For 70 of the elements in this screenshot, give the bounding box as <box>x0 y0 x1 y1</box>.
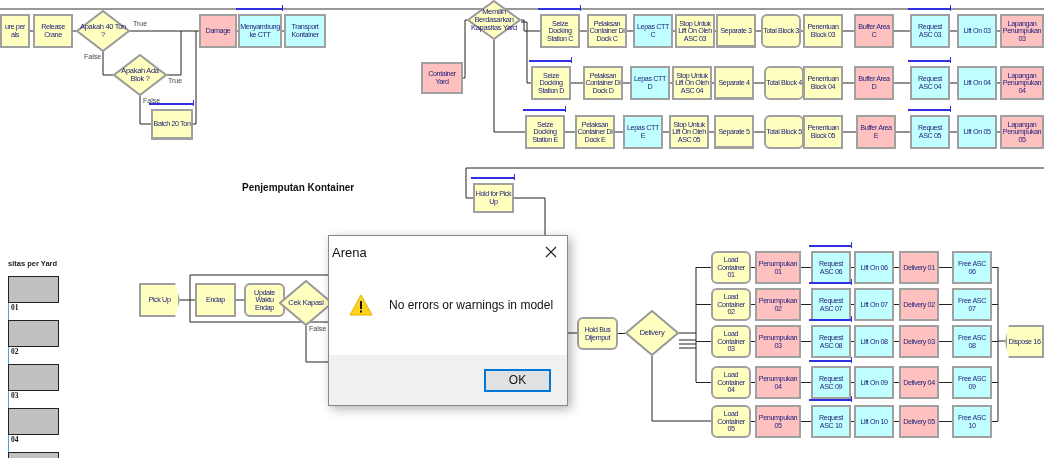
connector-line <box>996 30 1001 32</box>
connector-line <box>617 333 626 334</box>
connector-line <box>800 382 812 383</box>
connector-line <box>949 82 958 84</box>
connector-line <box>850 421 855 422</box>
connector-line <box>708 131 715 133</box>
dialog-message: No errors or warnings in model <box>389 297 554 312</box>
capacity-gauge <box>8 408 59 435</box>
connector-line <box>750 421 756 422</box>
connector-line <box>938 341 953 342</box>
connector-line <box>938 421 953 422</box>
connector-line <box>842 30 855 32</box>
connector-line <box>755 30 762 32</box>
capacity-gauge <box>8 320 59 347</box>
capacity-gauge <box>8 364 59 391</box>
connector-line <box>800 341 812 342</box>
connector-line <box>938 382 953 383</box>
connector-line <box>938 304 953 305</box>
connector-line <box>305 325 329 363</box>
connector-line <box>626 30 634 32</box>
connector-line <box>949 30 958 32</box>
section-title: Penjemputan Kontainer <box>242 182 355 193</box>
connector-line <box>800 30 804 32</box>
connector-line <box>893 82 911 84</box>
connector-line <box>579 30 588 32</box>
connector-line <box>895 131 911 133</box>
connector-line <box>893 30 911 32</box>
connector-line <box>996 131 1001 133</box>
connector-line <box>72 30 77 32</box>
connector-line <box>462 19 468 79</box>
connector-line <box>567 332 578 334</box>
connector-line <box>850 267 855 268</box>
connector-line <box>850 341 855 342</box>
connector-line <box>753 131 765 133</box>
connector-line <box>750 382 756 383</box>
connector-line <box>711 82 715 84</box>
connector-line <box>29 30 34 32</box>
close-icon[interactable] <box>545 246 557 258</box>
connector-line <box>842 82 855 84</box>
connector-line <box>938 267 953 268</box>
connector-line <box>996 82 1001 84</box>
connector-line <box>672 30 676 32</box>
connector-line <box>800 421 812 422</box>
connector-line <box>753 82 765 84</box>
connector-line <box>850 382 855 383</box>
connector-line <box>893 421 900 422</box>
connector-line <box>614 131 624 133</box>
connector-line <box>570 82 584 84</box>
connector-line <box>800 267 812 268</box>
connector-line <box>669 82 673 84</box>
connector-line <box>750 341 756 342</box>
warning-icon <box>349 293 373 316</box>
connector-line <box>281 30 285 32</box>
connector-line <box>800 304 812 305</box>
connector-line <box>893 341 900 342</box>
connector-line <box>842 131 857 133</box>
connector-line <box>893 382 900 383</box>
connector-line <box>102 51 114 76</box>
capacity-gauge <box>8 276 59 303</box>
connector-line <box>949 131 958 133</box>
connector-line <box>893 267 900 268</box>
connector-line <box>750 267 756 268</box>
dialog-title: Arena <box>332 244 367 260</box>
connector-line <box>662 131 670 133</box>
ok-button[interactable]: OK <box>484 368 551 392</box>
connector-line <box>622 82 631 84</box>
connector-line <box>893 304 900 305</box>
connector-line <box>750 304 756 305</box>
connector-line <box>564 131 576 133</box>
connector-line <box>850 304 855 305</box>
